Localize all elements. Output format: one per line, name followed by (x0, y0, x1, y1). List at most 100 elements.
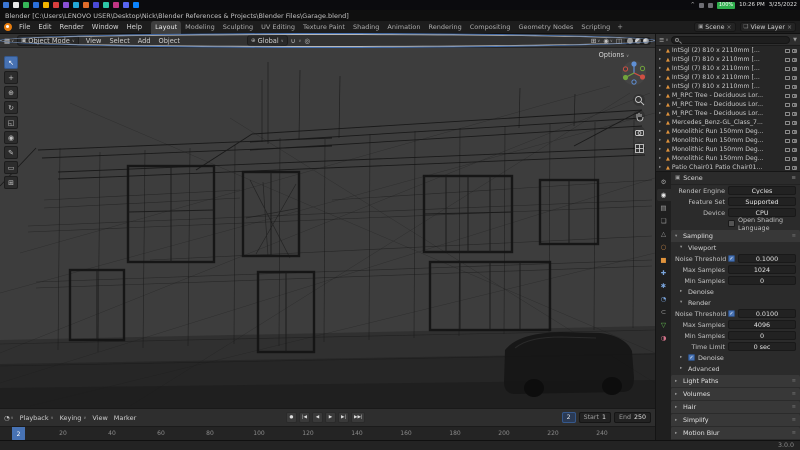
viewport-3d[interactable]: ↖+⊕↻◱◉✎▭⊞ Options ∨ (0, 48, 655, 408)
checkbox[interactable] (728, 220, 735, 227)
hide-in-viewport-icon[interactable] (785, 76, 790, 80)
prop-value-render-engine[interactable]: Cycles (728, 186, 796, 195)
hide-in-viewport-icon[interactable] (785, 157, 790, 161)
expand-caret-icon[interactable]: ▸ (659, 84, 664, 89)
checkbox[interactable]: ✓ (688, 354, 695, 361)
panel-sampling[interactable]: ▾Sampling≡ (671, 230, 800, 242)
outliner-item[interactable]: ▸▲Monolithic Run 150mm Deg... (656, 127, 800, 136)
disable-in-render-icon[interactable] (792, 67, 797, 71)
prop-value-feature-set[interactable]: Supported (728, 197, 796, 206)
workspace-tab-layout[interactable]: Layout (151, 21, 181, 34)
prop-value-max-samples[interactable]: 1024 (728, 265, 796, 274)
next-keyframe-button[interactable]: ▶| (338, 412, 349, 423)
hide-in-viewport-icon[interactable] (785, 49, 790, 53)
hide-in-viewport-icon[interactable] (785, 103, 790, 107)
physics-properties-tab[interactable]: ◔ (657, 293, 671, 305)
tool-annotate[interactable]: ✎ (4, 146, 18, 159)
add-workspace-button[interactable]: + (614, 23, 626, 31)
tool-transform[interactable]: ◉ (4, 131, 18, 144)
workspace-tab-texture-paint[interactable]: Texture Paint (299, 21, 349, 34)
prop-value-noise-threshold[interactable]: 0.0100 (738, 309, 796, 318)
tray-icon[interactable] (699, 3, 704, 8)
workspace-tab-shading[interactable]: Shading (349, 21, 383, 34)
disable-in-render-icon[interactable] (792, 94, 797, 98)
hide-in-viewport-icon[interactable] (785, 85, 790, 89)
playhead[interactable]: 2 (12, 427, 25, 440)
expand-caret-icon[interactable]: ▸ (659, 57, 664, 62)
menu-window[interactable]: Window (88, 22, 123, 32)
tool-measure[interactable]: ▭ (4, 161, 18, 174)
outliner-item[interactable]: ▸▲M_RPC Tree - Deciduous Lor... (656, 100, 800, 109)
hidden-icons-arrow[interactable]: ^ (691, 2, 695, 8)
workspace-tab-sculpting[interactable]: Sculpting (219, 21, 257, 34)
expand-caret-icon[interactable]: ▸ (659, 120, 664, 125)
hide-in-viewport-icon[interactable] (785, 58, 790, 62)
hide-in-viewport-icon[interactable] (785, 67, 790, 71)
timeline-ruler[interactable]: 2 020406080100120140160180200220240 (0, 426, 655, 440)
tool-options-dropdown[interactable]: Options ∨ (599, 51, 629, 59)
navigation-gizmo[interactable] (621, 60, 647, 86)
tool-rotate[interactable]: ↻ (4, 101, 18, 114)
editor-type-icon[interactable]: ◔∨ (4, 414, 14, 422)
disable-in-render-icon[interactable] (792, 103, 797, 107)
taskbar-app-icon[interactable] (13, 2, 19, 8)
workspace-tab-compositing[interactable]: Compositing (466, 21, 515, 34)
expand-caret-icon[interactable]: ▸ (659, 147, 664, 152)
expand-caret-icon[interactable]: ▸ (659, 156, 664, 161)
disable-in-render-icon[interactable] (792, 58, 797, 62)
menu-help[interactable]: Help (123, 22, 147, 32)
workspace-tab-modeling[interactable]: Modeling (181, 21, 219, 34)
disable-in-render-icon[interactable] (792, 148, 797, 152)
panel-light-paths[interactable]: ▸Light Paths≡ (671, 375, 800, 387)
view-layer-properties-tab[interactable]: ❏ (657, 215, 671, 227)
expand-caret-icon[interactable]: ▸ (659, 138, 664, 143)
editor-type-icon[interactable]: ≡∨ (659, 36, 668, 44)
expand-caret-icon[interactable]: ▸ (659, 93, 664, 98)
disable-in-render-icon[interactable] (792, 166, 797, 170)
window-titlebar[interactable]: Blender [C:\Users\LENOVO USER\Desktop\Ni… (0, 10, 800, 21)
hide-in-viewport-icon[interactable] (785, 112, 790, 116)
prop-value-max-samples[interactable]: 4096 (728, 320, 796, 329)
shading-wireframe-icon[interactable] (0, 34, 655, 47)
timeline-menu-marker[interactable]: Marker (111, 413, 139, 423)
panel-hair[interactable]: ▸Hair≡ (671, 401, 800, 413)
properties-menu-icon[interactable]: ≡ (791, 175, 796, 181)
hide-in-viewport-icon[interactable] (785, 139, 790, 143)
subpanel-advanced[interactable]: ▸Advanced (671, 363, 800, 374)
subpanel-denoise[interactable]: ▸Denoise (671, 286, 800, 297)
prop-value-min-samples[interactable]: 0 (728, 276, 796, 285)
disable-in-render-icon[interactable] (792, 121, 797, 125)
taskbar-app-icon[interactable] (133, 2, 139, 8)
object-properties-tab[interactable]: ■ (657, 254, 671, 266)
checkbox[interactable]: ✓ (728, 255, 735, 262)
disable-in-render-icon[interactable] (792, 112, 797, 116)
tool-add-cube[interactable]: ⊞ (4, 176, 18, 189)
expand-caret-icon[interactable]: ▸ (659, 165, 664, 170)
taskbar-app-icon[interactable] (63, 2, 69, 8)
disable-in-render-icon[interactable] (792, 157, 797, 161)
render-properties-tab[interactable]: ◉ (657, 189, 671, 201)
taskbar-app-icon[interactable] (93, 2, 99, 8)
checkbox[interactable]: ✓ (728, 310, 735, 317)
tool-select-box[interactable]: ↖ (4, 56, 18, 69)
prop-value-noise-threshold[interactable]: 0.1000 (738, 254, 796, 263)
workspace-tab-scripting[interactable]: Scripting (577, 21, 614, 34)
jump-to-end-button[interactable]: ▶▶| (351, 412, 365, 423)
panel-volumes[interactable]: ▸Volumes≡ (671, 388, 800, 400)
expand-caret-icon[interactable]: ▸ (659, 111, 664, 116)
frame-end-field[interactable]: End 250 (614, 412, 651, 423)
expand-caret-icon[interactable]: ▸ (659, 75, 664, 80)
outliner-item[interactable]: ▸▲Monolithic Run 150mm Deg... (656, 154, 800, 163)
filter-icon[interactable]: ▼ (793, 37, 797, 43)
unlink-scene-icon[interactable]: × (726, 24, 731, 31)
particles-properties-tab[interactable]: ✱ (657, 280, 671, 292)
taskbar-app-icon[interactable] (23, 2, 29, 8)
menu-file[interactable]: File (15, 22, 34, 32)
expand-caret-icon[interactable]: ▸ (659, 102, 664, 107)
taskbar-app-icon[interactable] (83, 2, 89, 8)
tool-cursor[interactable]: + (4, 71, 18, 84)
menu-edit[interactable]: Edit (34, 22, 55, 32)
workspace-tab-geometry-nodes[interactable]: Geometry Nodes (514, 21, 577, 34)
expand-caret-icon[interactable]: ▸ (659, 129, 664, 134)
taskbar-app-icon[interactable] (33, 2, 39, 8)
